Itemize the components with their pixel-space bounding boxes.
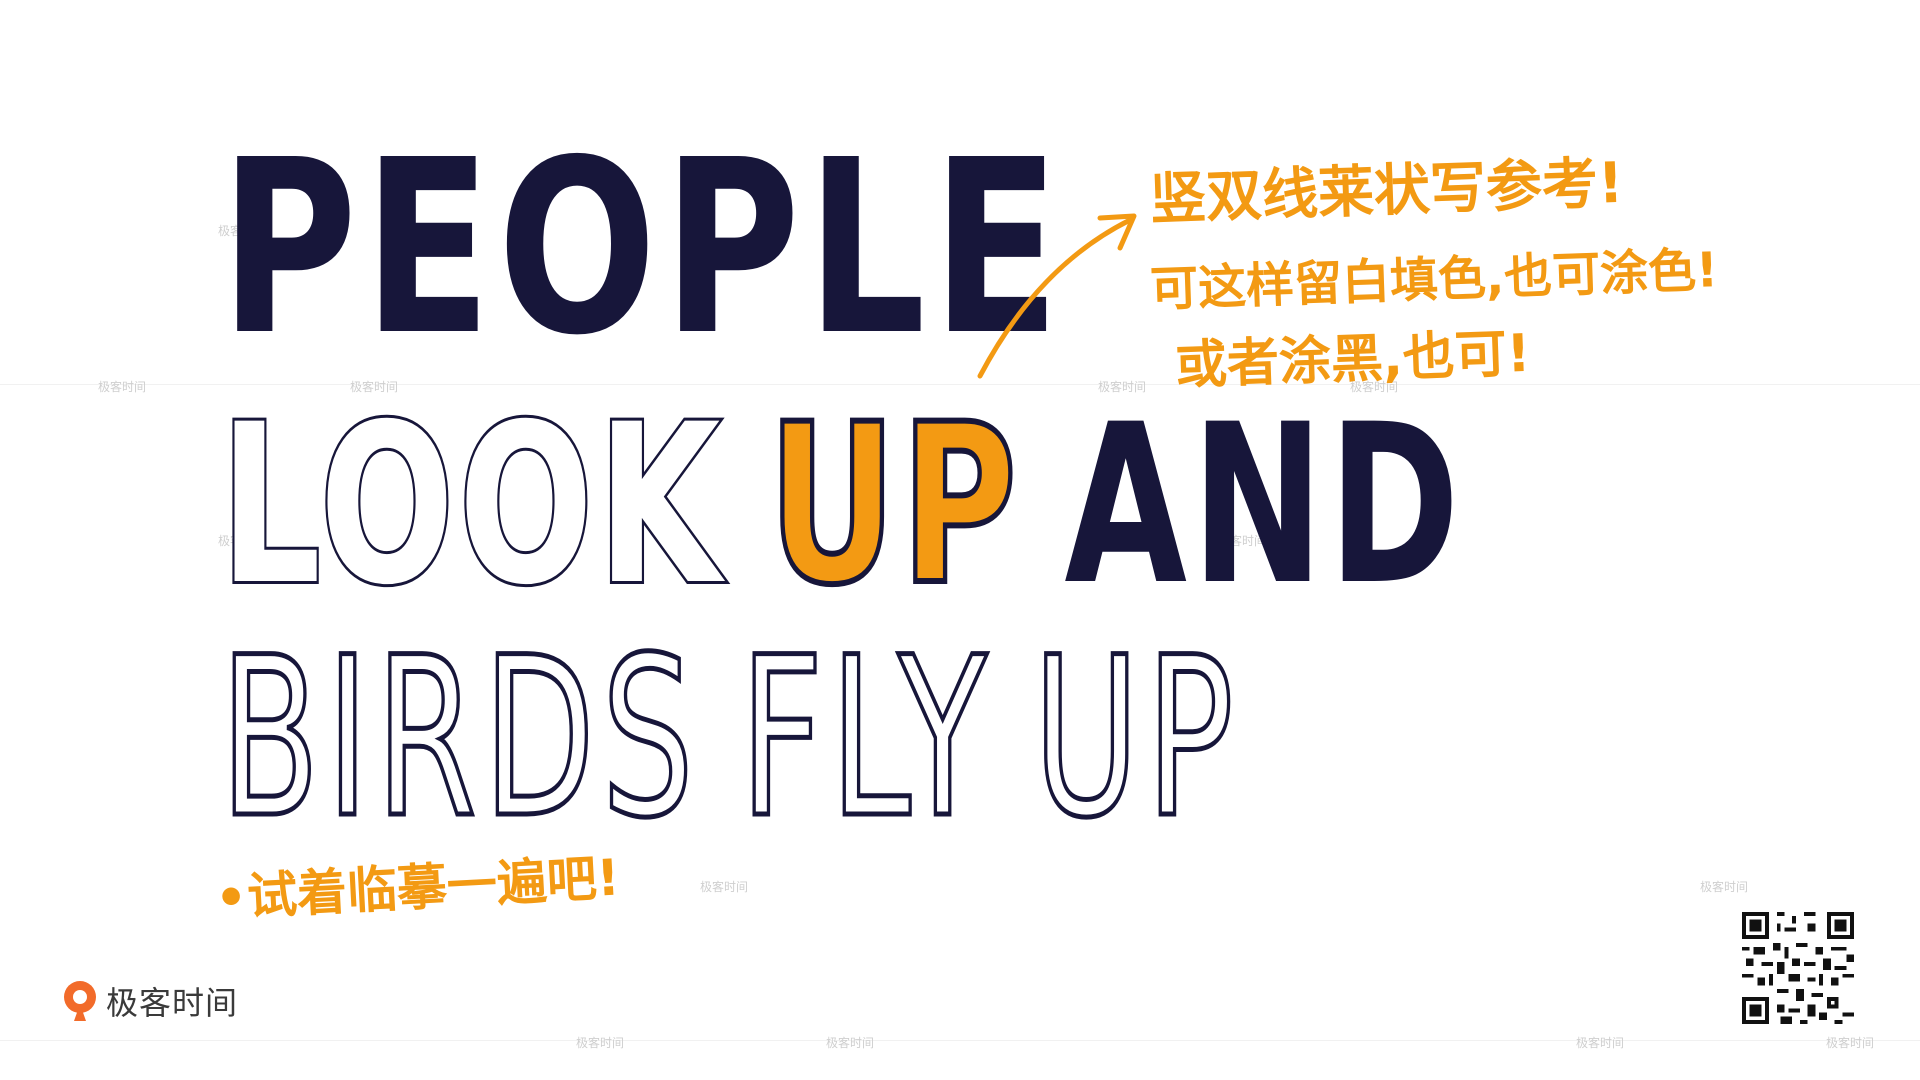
watermark: 极客时间 xyxy=(1700,880,1749,894)
word-and: AND xyxy=(1064,377,1465,633)
lettering-line-birds-fly-up: BIRDS FLY UP xyxy=(218,626,1240,851)
word-birds: BIRDS xyxy=(218,610,701,866)
watermark-line xyxy=(0,1040,1920,1041)
note-vertical-double-lines: 竖双线莱状写参考! xyxy=(1148,150,1625,233)
word-people: PEOPLE xyxy=(220,108,1067,388)
watermark: 极客时间 xyxy=(700,880,749,894)
arrow-icon xyxy=(977,213,1137,379)
geektime-logo: 极客时间 xyxy=(60,978,238,1024)
note-fill-black: 或者涂黑,也可! xyxy=(1174,323,1532,397)
word-up-orange: UP xyxy=(766,377,1022,633)
word-up: UP xyxy=(1031,610,1241,866)
lettering-line-look-up-and: LOOK UP AND xyxy=(218,392,1464,618)
note-fill-color: 可这样留白填色,也可涂色! xyxy=(1149,242,1719,318)
watermark: 极客时间 xyxy=(1576,1036,1625,1050)
lettering-line-people: PEOPLE xyxy=(220,128,1066,368)
watermark: 极客时间 xyxy=(826,1036,875,1050)
watermark: 极客时间 xyxy=(1826,1036,1875,1050)
word-look: LOOK xyxy=(218,377,725,633)
poster-page: 极客时间 极客时间 极客时间 极客时间 极客时间 极客时间 极客时间 极客时间 … xyxy=(0,0,1920,1080)
watermark: 极客时间 xyxy=(576,1036,625,1050)
watermark: 极客时间 xyxy=(98,380,147,394)
word-fly: FLY xyxy=(738,610,994,866)
qr-code-icon xyxy=(1742,912,1854,1024)
geektime-logo-icon xyxy=(64,981,96,1021)
logo-text: 极客时间 xyxy=(106,984,239,1022)
